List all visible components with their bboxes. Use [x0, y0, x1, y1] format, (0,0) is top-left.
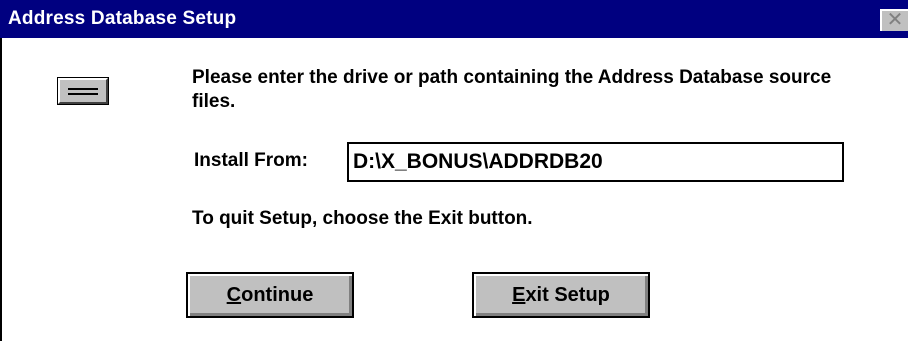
- window-title: Address Database Setup: [8, 8, 237, 29]
- title-bar[interactable]: Address Database Setup ✕: [0, 0, 908, 38]
- exit-setup-button[interactable]: Exit Setup: [472, 272, 650, 318]
- setup-icon: [57, 77, 109, 105]
- instruction-text: Please enter the drive or path containin…: [192, 67, 832, 112]
- exit-label: xit Setup: [525, 284, 610, 306]
- close-icon[interactable]: ✕: [880, 9, 908, 31]
- setup-dialog-window: Address Database Setup ✕ Please enter th…: [0, 0, 908, 341]
- continue-mnemonic: C: [226, 284, 242, 306]
- quit-instruction-text: To quit Setup, choose the Exit button.: [192, 208, 533, 229]
- exit-mnemonic: E: [512, 284, 526, 306]
- continue-button[interactable]: Continue: [186, 272, 354, 318]
- install-from-input[interactable]: [347, 142, 844, 182]
- continue-label: ontinue: [241, 284, 314, 306]
- dialog-body: Please enter the drive or path containin…: [0, 38, 908, 341]
- install-from-label: Install From:: [194, 150, 309, 171]
